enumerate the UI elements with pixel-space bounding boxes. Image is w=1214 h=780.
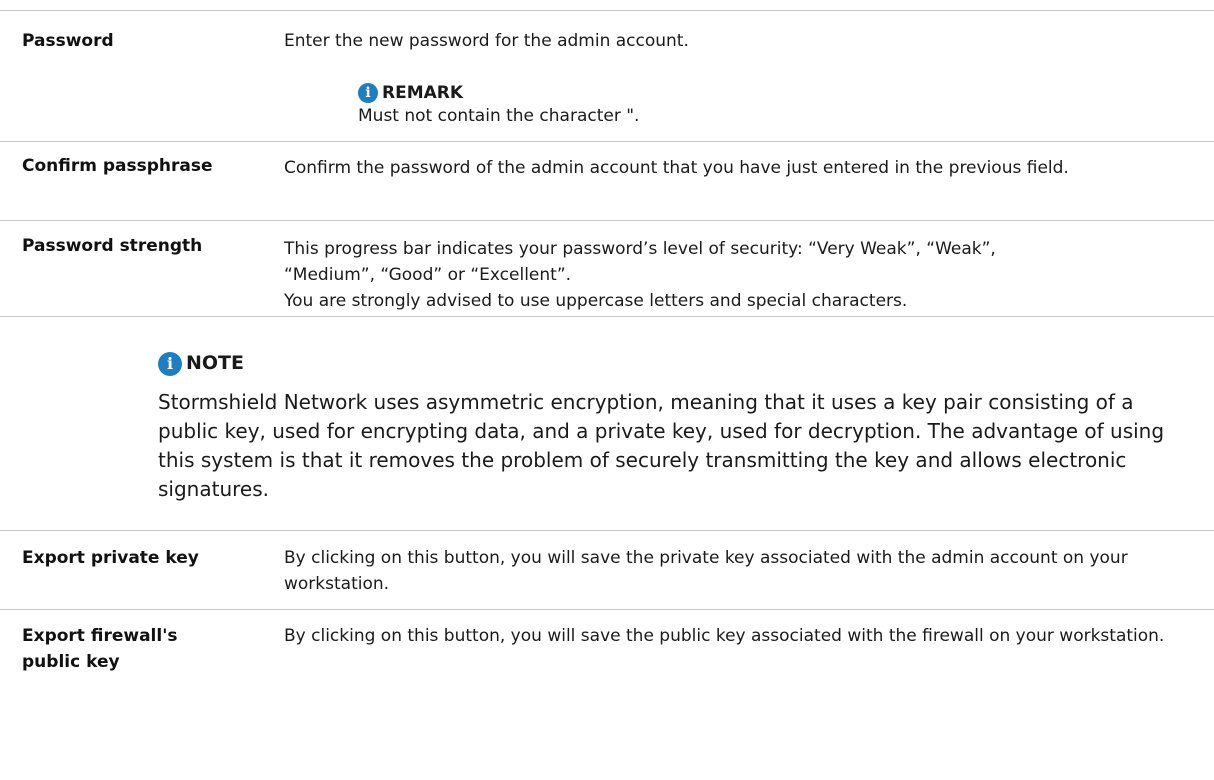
term-export-firewall-public-key-2: public key: [22, 652, 120, 672]
term-confirm-passphrase: Confirm passphrase: [22, 156, 213, 176]
definition-export-private-key: By clicking on this button, you will sav…: [284, 548, 1128, 594]
divider-4: [0, 530, 1214, 531]
term-export-firewall-public-key-1: Export firewall's: [22, 626, 178, 646]
divider-3: [0, 316, 1214, 317]
definition-password-strength-2: You are strongly advised to use uppercas…: [284, 291, 908, 311]
definition-confirm-passphrase: Confirm the password of the admin accoun…: [284, 158, 1069, 178]
definition-export-firewall-public-key: By clicking on this button, you will sav…: [284, 626, 1165, 646]
info-icon: i: [158, 351, 182, 376]
divider-5: [0, 609, 1214, 610]
divider-top: [0, 10, 1214, 11]
info-icon: i: [358, 83, 378, 103]
note-text: Stormshield Network uses asymmetric encr…: [158, 390, 1165, 501]
divider-1: [0, 141, 1214, 142]
divider-2: [0, 220, 1214, 221]
remark-text: Must not contain the character ".: [358, 106, 640, 126]
note-title: NOTE: [186, 352, 244, 374]
remark-heading: i REMARK: [358, 81, 463, 105]
term-password: Password: [22, 31, 114, 51]
note-heading: i NOTE: [158, 349, 244, 377]
remark-title: REMARK: [382, 83, 464, 103]
term-export-private-key: Export private key: [22, 548, 199, 568]
definition-password-strength-1: This progress bar indicates your passwor…: [284, 239, 996, 285]
definition-password: Enter the new password for the admin acc…: [284, 31, 689, 51]
term-password-strength: Password strength: [22, 236, 203, 256]
